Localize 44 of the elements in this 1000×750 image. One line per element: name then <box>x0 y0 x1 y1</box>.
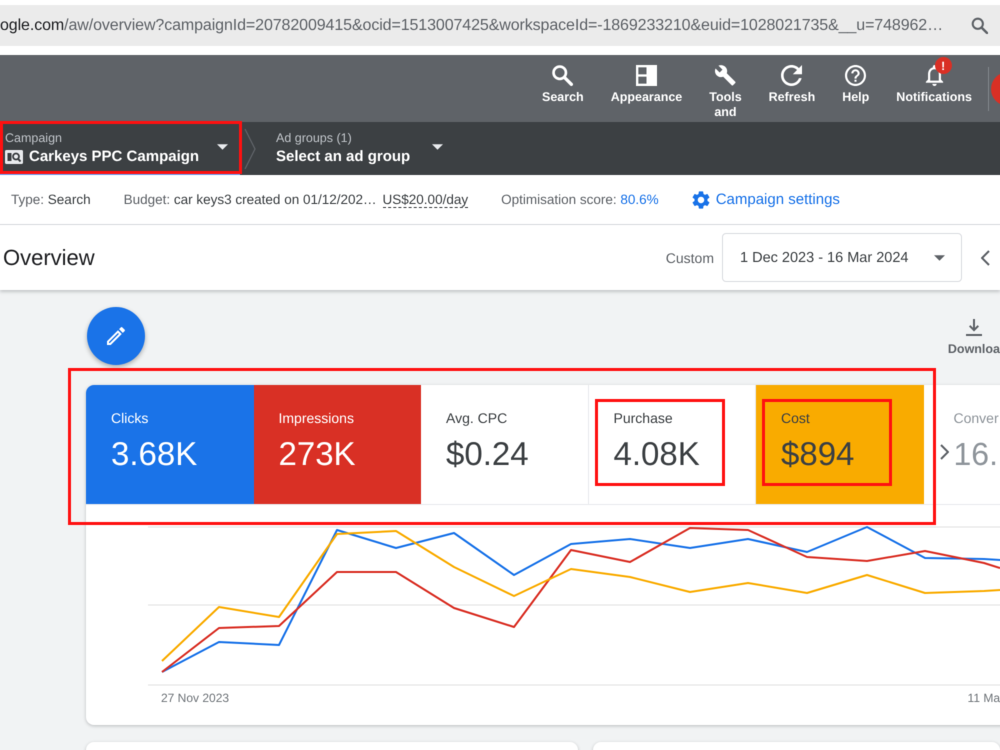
refresh-icon <box>781 64 802 86</box>
metric-tile[interactable]: Cost $894 <box>756 385 924 504</box>
range-label: Custom <box>666 250 714 266</box>
caret-icon <box>432 144 444 150</box>
download-icon <box>966 319 982 336</box>
refresh-button[interactable]: Refresh <box>768 55 816 120</box>
metric-tile[interactable]: Clicks 3.68K <box>86 385 254 504</box>
ad-group-selector[interactable]: Ad groups (1) Select an ad group <box>256 122 458 175</box>
search-icon[interactable] <box>971 17 988 34</box>
search-icon <box>552 64 574 86</box>
help-button[interactable]: Help <box>842 55 870 120</box>
caret-icon <box>217 144 228 150</box>
axis-label: 27 Nov 2023 <box>161 691 230 705</box>
edit-button[interactable] <box>87 307 145 365</box>
tools-button[interactable]: Tools and <box>709 55 742 120</box>
chevron-right-icon <box>940 444 948 460</box>
address-bar[interactable]: ogle.com/aw/overview?campaignId=20782009415&ocid=1513007425&workspaceId=-1869233210&euid=1028021735&__u=748962… <box>0 5 1000 46</box>
budget-text: Budget: car keys3 created on 01/12/202… <box>124 192 377 207</box>
notifications-button[interactable]: ! Notifications <box>896 55 972 120</box>
metric-label: Conver <box>954 409 999 427</box>
search-button[interactable]: Search <box>542 55 584 120</box>
axis-label: 11 Ma <box>968 691 1000 705</box>
download-button[interactable]: Downloa <box>948 319 1000 356</box>
chevron-icon <box>244 128 256 168</box>
metric-value: 16. <box>954 435 999 474</box>
budget-amount-link[interactable]: US$20.00/day <box>382 192 468 208</box>
page-title: Overview <box>3 244 95 270</box>
date-range-dropdown[interactable]: 1 Dec 2023 - 16 Mar 2024 <box>722 233 962 282</box>
search-tile-icon <box>5 150 23 164</box>
campaign-type-text: Type: Search <box>11 192 91 207</box>
chevron-left-icon <box>981 250 990 266</box>
optimisation-score-text: Optimisation score: 80.6% <box>501 192 659 207</box>
pencil-icon <box>107 327 125 345</box>
metric-tile[interactable]: Impressions 273K <box>254 385 421 504</box>
metric-tile[interactable]: Avg. CPC $0.24 <box>421 385 588 504</box>
notification-badge: ! <box>934 57 952 74</box>
campaign-settings-link[interactable]: Campaign settings <box>692 190 840 208</box>
metric-tile[interactable]: Purchase 4.08K <box>588 385 756 504</box>
settings-icon <box>692 190 710 208</box>
appearance-button[interactable]: Appearance <box>610 55 682 120</box>
layout-blocks-icon <box>636 64 657 86</box>
help-icon <box>845 64 866 86</box>
caret-icon <box>934 254 945 260</box>
wrench-icon <box>714 64 736 86</box>
